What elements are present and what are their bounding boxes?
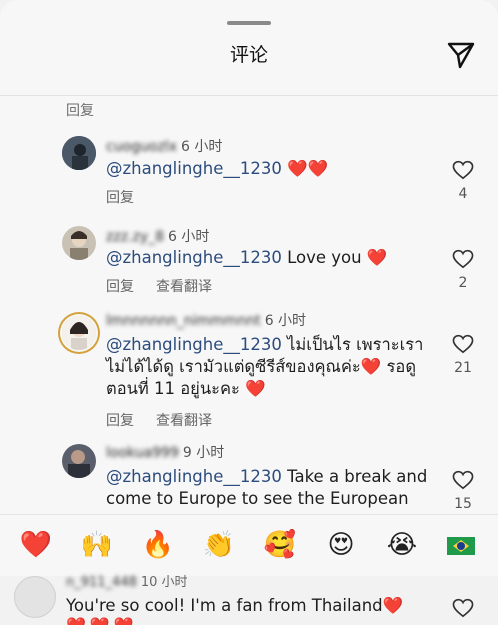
like-button[interactable]: 2 (450, 249, 476, 291)
username[interactable]: n_911_448 (66, 575, 137, 590)
avatar[interactable] (62, 316, 96, 350)
mention-link[interactable]: @zhanglinghe__1230 (106, 248, 282, 267)
timestamp: 10 小时 (140, 575, 188, 590)
like-button[interactable]: 15 (450, 470, 476, 512)
username[interactable]: lmnnnnnn_nimmmnnt (106, 313, 261, 329)
comment-body: You're so cool! I'm a fan from Thailand❤… (66, 596, 404, 615)
reply-button[interactable]: 回复 (106, 190, 134, 206)
emoji-brazil-flag-button[interactable] (447, 537, 475, 555)
see-translation-button[interactable]: 查看翻译 (156, 413, 212, 429)
emoji-clap-button[interactable]: 👏 (202, 530, 236, 560)
like-count: 15 (454, 496, 472, 512)
heart-outline-icon (452, 470, 474, 490)
timestamp: 6 小时 (180, 139, 223, 155)
mention-link[interactable]: @zhanglinghe__1230 (106, 335, 282, 354)
timestamp: 9 小时 (182, 445, 225, 461)
share-paper-plane-icon[interactable] (446, 40, 476, 70)
username[interactable]: lookua999 (106, 445, 179, 461)
comment-item: lookua999 9 小时 @zhanglinghe__1230 Take a … (0, 442, 498, 514)
comment-meta: lookua999 9 小时 (106, 442, 224, 462)
comment-text: @zhanglinghe__1230 ไม่เป็นไร เพราะเราไม่… (106, 334, 436, 400)
emoji-heart-eyes-button[interactable]: 😍 (324, 530, 358, 560)
comment-meta: n_911_448 10 小时 (66, 571, 188, 590)
comment-actions: 回复 查看翻译 (106, 276, 234, 296)
heart-outline-icon (452, 249, 474, 269)
heart-outline-icon (452, 598, 474, 618)
comment-actions: 回复 查看翻译 (106, 410, 234, 430)
comment-text: @zhanglinghe__1230 Love you ❤️ (106, 247, 436, 269)
timestamp: 6 小时 (168, 229, 210, 245)
timestamp: 6 小时 (264, 313, 307, 329)
avatar[interactable] (62, 226, 96, 260)
heart-outline-icon (452, 160, 474, 180)
sheet-grabber[interactable] (227, 21, 271, 25)
heart-outline-icon (452, 334, 474, 354)
reply-button[interactable]: 回复 (106, 413, 134, 429)
avatar[interactable] (62, 444, 96, 478)
like-button[interactable] (452, 598, 474, 622)
emoji-fire-button[interactable]: 🔥 (141, 530, 175, 560)
like-count: 21 (454, 360, 472, 376)
avatar[interactable] (14, 576, 56, 618)
username[interactable]: cuoguozlx (106, 139, 177, 155)
page-title: 评论 (229, 44, 268, 66)
header-divider (0, 95, 498, 96)
comment-text: @zhanglinghe__1230 Take a break and come… (106, 466, 436, 510)
comment-text: @zhanglinghe__1230 ❤️❤️ (106, 158, 436, 180)
comments-sheet: 评论 回复 cuoguozlx 6 小时 @zhanglinghe__1230 ❤… (0, 0, 498, 625)
comment-meta: zzz.zy_8 6 小时 (106, 226, 209, 246)
mention-link[interactable]: @zhanglinghe__1230 (106, 159, 282, 178)
reply-link[interactable]: 回复 (66, 100, 94, 120)
emoji-raised-hands-button[interactable]: 🙌 (80, 530, 114, 560)
like-count: 4 (458, 186, 468, 202)
flag-globe (457, 542, 465, 550)
avatar[interactable] (62, 136, 96, 170)
emoji-smiling-hearts-button[interactable]: 🥰 (263, 530, 297, 560)
emoji-heart-button[interactable]: ❤️ (19, 530, 53, 560)
like-button[interactable]: 21 (450, 334, 476, 376)
comment-actions: 回复 (106, 187, 156, 207)
comment-hearts: ❤️❤️❤️ (66, 616, 138, 625)
comment-meta: cuoguozlx 6 小时 (106, 136, 222, 156)
comment-body: Love you ❤️ (287, 248, 388, 267)
emoji-crying-button[interactable]: 😭 (385, 530, 419, 560)
comment-body: ❤️❤️ (287, 159, 329, 178)
emoji-reaction-bar: ❤️ 🙌 🔥 👏 🥰 😍 😭 (0, 514, 498, 577)
comment-meta: lmnnnnnn_nimmmnnt 6 小时 (106, 310, 306, 330)
like-count: 2 (458, 275, 468, 291)
reply-button[interactable]: 回复 (106, 279, 134, 295)
see-translation-button[interactable]: 查看翻译 (156, 279, 212, 295)
comment-item: n_911_448 10 小时 You're so cool! I'm a fan… (0, 575, 498, 625)
mention-link[interactable]: @zhanglinghe__1230 (106, 467, 282, 486)
like-button[interactable]: 4 (450, 160, 476, 202)
username[interactable]: zzz.zy_8 (106, 229, 164, 245)
